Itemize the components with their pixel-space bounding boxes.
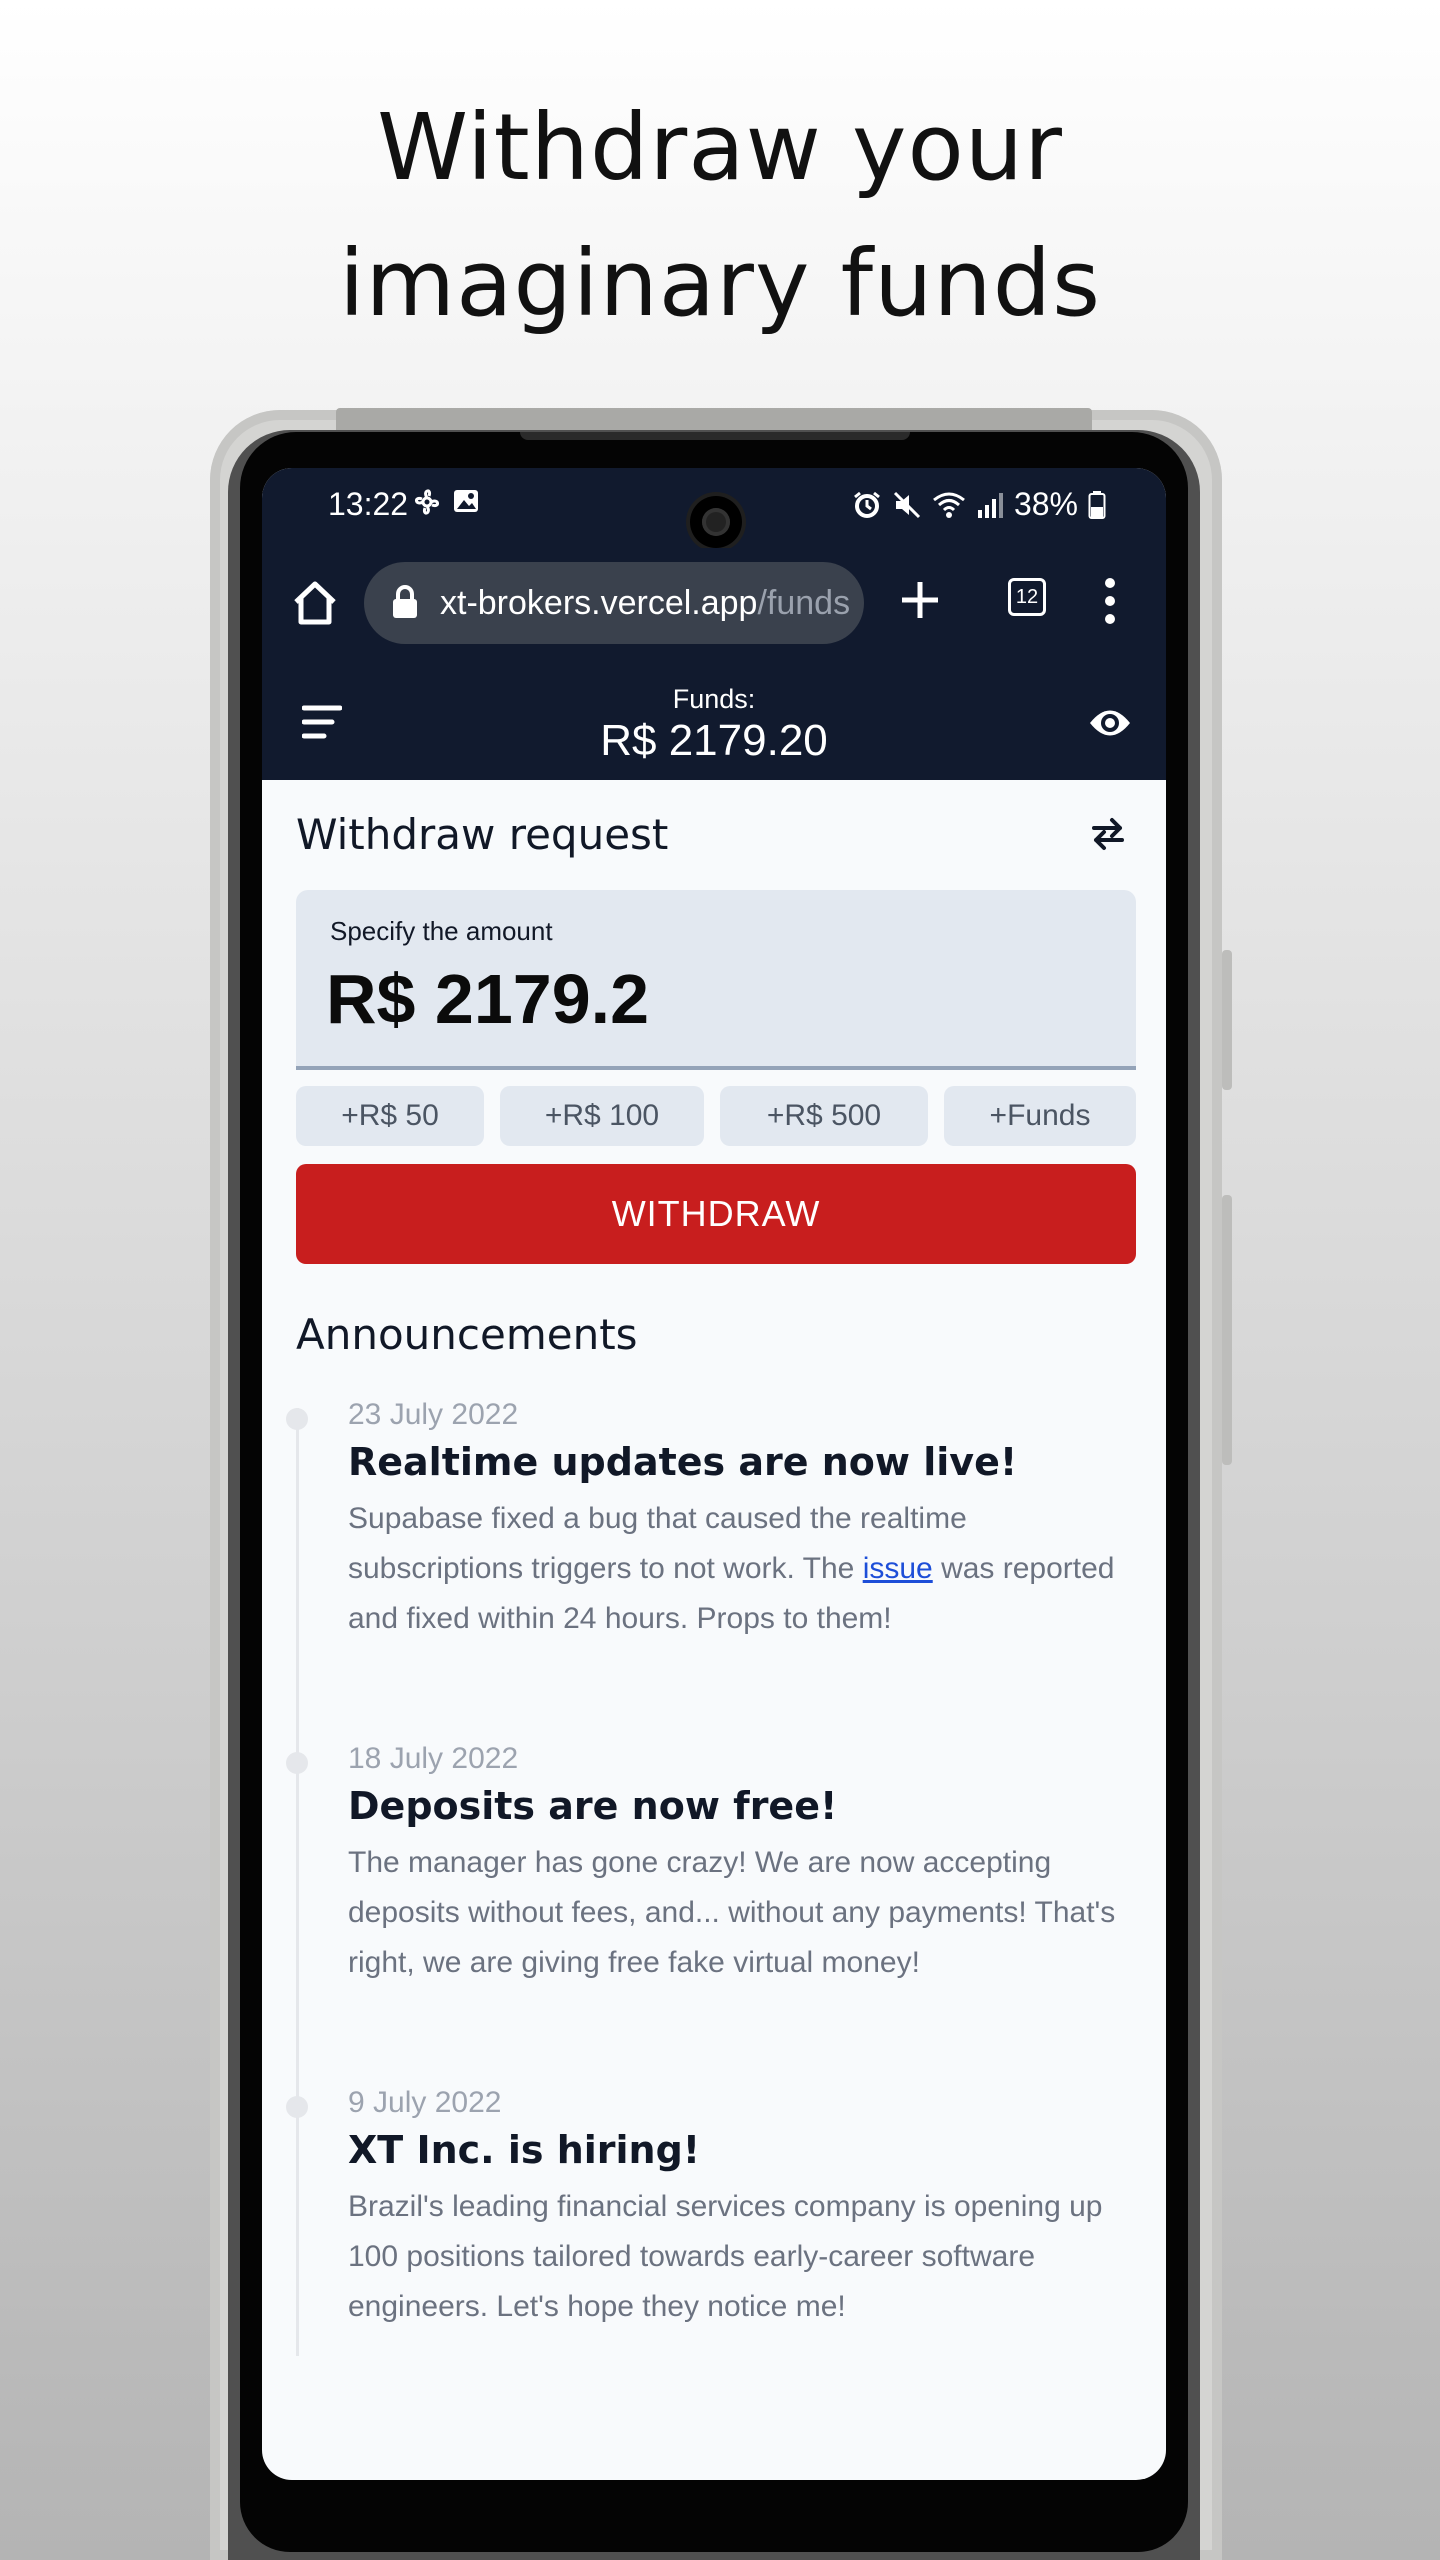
announcement-body: Brazil's leading financial services comp… bbox=[348, 2190, 1103, 2323]
eye-icon[interactable] bbox=[1088, 706, 1132, 740]
announcement-item: 18 July 2022 Deposits are now free! The … bbox=[286, 1742, 1148, 1988]
add-100-button[interactable]: +R$ 100 bbox=[500, 1086, 704, 1146]
swap-arrows-icon[interactable] bbox=[1088, 814, 1128, 854]
announcements-title: Announcements bbox=[296, 1310, 638, 1359]
battery-icon bbox=[1088, 490, 1106, 519]
signal-icon bbox=[977, 492, 1003, 518]
add-50-button[interactable]: +R$ 50 bbox=[296, 1086, 484, 1146]
phone-top-strip bbox=[336, 408, 1092, 432]
quick-amount-buttons: +R$ 50 +R$ 100 +R$ 500 +Funds bbox=[296, 1086, 1136, 1146]
browser-toolbar: xt-brokers.vercel.app/funds 12 bbox=[262, 548, 1166, 666]
promo-headline: Withdraw your imaginary funds bbox=[0, 80, 1440, 352]
amount-label: Specify the amount bbox=[330, 916, 553, 946]
status-system-icons: 38% bbox=[852, 486, 1106, 523]
url-text: xt-brokers.vercel.app/funds bbox=[440, 584, 850, 623]
address-bar[interactable]: xt-brokers.vercel.app/funds bbox=[364, 562, 864, 644]
wifi-icon bbox=[933, 492, 965, 518]
timeline-dot bbox=[286, 1408, 308, 1430]
announcement-item: 9 July 2022 XT Inc. is hiring! Brazil's … bbox=[286, 2086, 1148, 2332]
announcement-date: 23 July 2022 bbox=[348, 1398, 519, 1431]
image-icon bbox=[454, 490, 478, 512]
announcement-body: Supabase fixed a bug that caused the rea… bbox=[348, 1494, 1148, 1644]
phone-earpiece bbox=[520, 432, 910, 440]
announcement-body: The manager has gone crazy! We are now a… bbox=[348, 1846, 1116, 1979]
battery-percent: 38% bbox=[1013, 486, 1078, 522]
timeline-dot bbox=[286, 1752, 308, 1774]
withdraw-title: Withdraw request bbox=[296, 810, 669, 859]
promo-headline-line-1: Withdraw your bbox=[377, 94, 1063, 201]
fan-icon bbox=[415, 489, 439, 515]
alarm-icon bbox=[854, 491, 880, 518]
status-notification-icons bbox=[412, 486, 480, 518]
tabs-icon[interactable]: 12 bbox=[1008, 578, 1046, 616]
announcement-title: XT Inc. is hiring! bbox=[348, 2128, 701, 2172]
issue-link[interactable]: issue bbox=[863, 1552, 933, 1585]
timeline-line bbox=[296, 1408, 299, 2356]
funds-label: Funds: bbox=[672, 684, 756, 714]
url-path: /funds bbox=[757, 584, 851, 622]
announcement-title: Realtime updates are now live! bbox=[348, 1440, 1018, 1484]
timeline-dot bbox=[286, 2096, 308, 2118]
amount-field[interactable]: Specify the amount bbox=[296, 890, 1136, 1070]
add-500-button[interactable]: +R$ 500 bbox=[720, 1086, 928, 1146]
amount-input[interactable] bbox=[326, 954, 1106, 1044]
plus-icon[interactable] bbox=[898, 578, 942, 622]
phone-volume-button bbox=[1222, 950, 1232, 1090]
announcement-title: Deposits are now free! bbox=[348, 1784, 838, 1828]
announcement-date: 18 July 2022 bbox=[348, 1742, 519, 1775]
announcement-item: 23 July 2022 Realtime updates are now li… bbox=[286, 1398, 1148, 1644]
mute-icon bbox=[893, 491, 921, 518]
announcement-date: 9 July 2022 bbox=[348, 2086, 502, 2119]
promo-headline-line-2: imaginary funds bbox=[338, 230, 1102, 337]
funds-value: R$ 2179.20 bbox=[600, 716, 828, 765]
status-time: 13:22 bbox=[328, 486, 409, 522]
home-icon[interactable] bbox=[290, 578, 340, 628]
more-vert-icon[interactable] bbox=[1104, 576, 1116, 626]
front-camera bbox=[690, 496, 742, 548]
withdraw-button[interactable]: WITHDRAW bbox=[296, 1164, 1136, 1264]
app-header: Funds: R$ 2179.20 bbox=[262, 666, 1166, 780]
tab-count: 12 bbox=[1015, 586, 1039, 608]
url-host: xt-brokers.vercel.app bbox=[440, 584, 758, 622]
phone-screen: 13:22 38% xt-brokers.vercel.app/funds 12… bbox=[262, 468, 1166, 2480]
phone-power-button bbox=[1222, 1195, 1232, 1465]
lock-icon bbox=[393, 585, 417, 618]
status-bar: 13:22 38% bbox=[262, 468, 1166, 548]
add-all-funds-button[interactable]: +Funds bbox=[944, 1086, 1136, 1146]
